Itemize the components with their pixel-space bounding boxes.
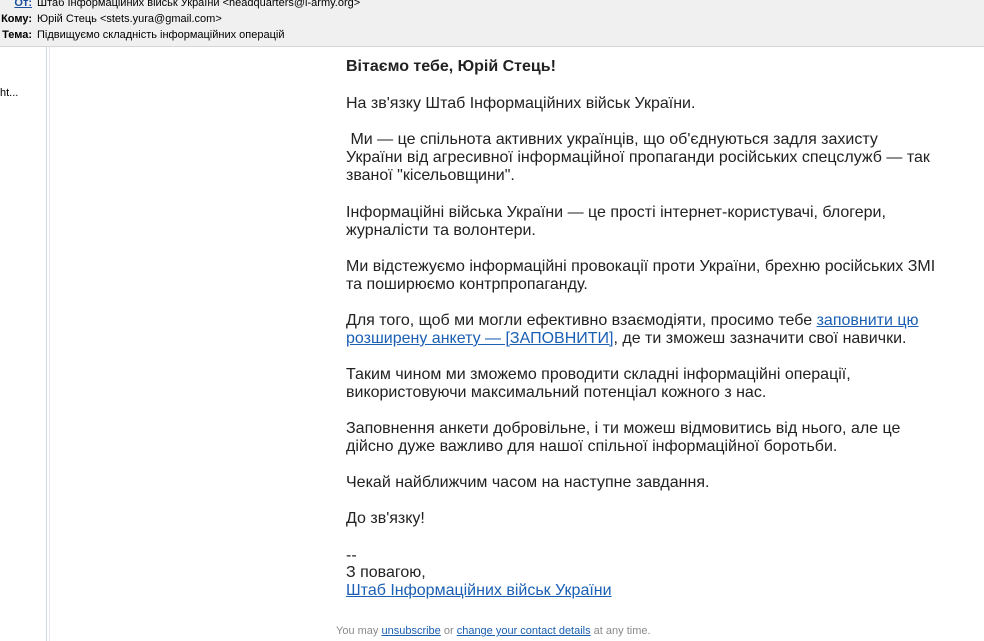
paragraph-form-request: Для того, щоб ми могли ефективно взаємод… — [346, 312, 936, 348]
signature-line: Штаб Інформаційних військ України — [346, 582, 936, 600]
paragraph-voluntary: Заповнення анкети добровільне, і ти може… — [346, 420, 901, 455]
subject-label: Тема: — [2, 29, 32, 41]
pane-divider-inner — [49, 47, 50, 641]
form-request-text-end: , де ти зможеш зазначити свої навички. — [613, 330, 907, 347]
unsubscribe-link[interactable]: unsubscribe — [381, 625, 440, 637]
form-request-text: Для того, щоб ми могли ефективно взаємод… — [346, 312, 817, 329]
truncated-item[interactable]: ht... — [0, 87, 18, 99]
from-value: Штаб Інформаційних військ України <headq… — [37, 0, 361, 9]
to-label: Кому: — [1, 13, 32, 25]
change-details-link[interactable]: change your contact details — [457, 625, 591, 637]
from-label[interactable]: От: — [0, 0, 32, 11]
left-pane — [0, 47, 46, 641]
signature-regards: З повагою, — [346, 564, 426, 581]
paragraph-army: Інформаційні війська України — це прості… — [346, 204, 886, 239]
footer-text-end: at any time. — [590, 625, 651, 637]
subject-value: Підвищуємо складність інформаційних опер… — [37, 29, 285, 41]
to-value: Юрій Стець <stets.yura@gmail.com> — [37, 13, 222, 25]
footer-text-or: or — [440, 625, 457, 637]
paragraph-next-task: Чекай найближчим часом на наступне завда… — [346, 474, 710, 491]
footer: You may unsubscribe or change your conta… — [336, 625, 651, 637]
paragraph-tracking: Ми відстежуємо інформаційні провокації п… — [346, 258, 936, 293]
pane-divider[interactable] — [46, 47, 47, 641]
email-header: От: Штаб Інформаційних військ України <h… — [0, 0, 984, 47]
signature-dash: -- — [346, 547, 357, 564]
paragraph-community: Ми — це спільнота активних українців, що… — [346, 131, 935, 184]
paragraph-farewell: До зв'язку! — [346, 510, 425, 527]
signature-link[interactable]: Штаб Інформаційних військ України — [346, 582, 612, 599]
footer-text: You may — [336, 625, 382, 637]
greeting: Вітаємо тебе, Юрій Стець! — [346, 58, 556, 75]
paragraph-operations: Таким чином ми зможемо проводити складні… — [346, 366, 851, 401]
paragraph-intro: На зв'язку Штаб Інформаційних військ Укр… — [346, 95, 696, 112]
